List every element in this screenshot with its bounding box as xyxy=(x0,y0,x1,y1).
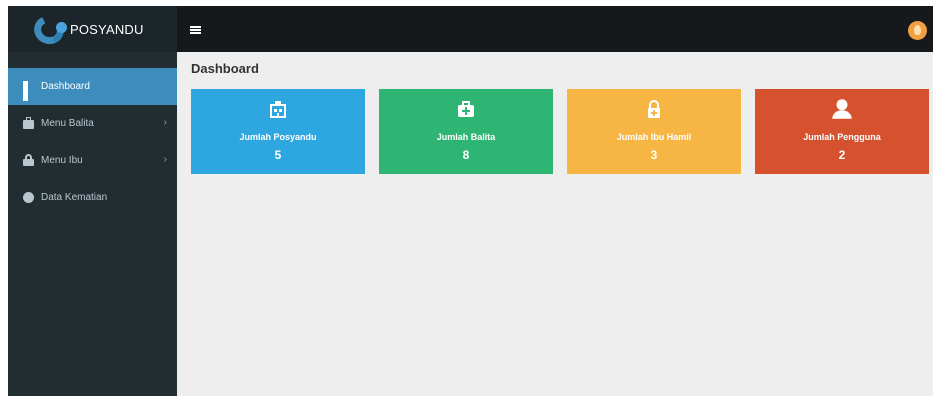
card-label: Jumlah Balita xyxy=(436,132,496,142)
sidebar-menu: Dashboard Menu Balita › Menu Ibu › Data … xyxy=(8,68,177,216)
sidebar-item-data-kematian[interactable]: Data Kematian xyxy=(8,179,177,216)
hamburger-icon[interactable] xyxy=(190,26,201,34)
card-jumlah-ibu-hamil[interactable]: Jumlah Ibu Hamil 3 xyxy=(567,89,741,174)
medical-kit-icon xyxy=(458,101,474,117)
card-jumlah-posyandu[interactable]: Jumlah Posyandu 5 xyxy=(191,89,365,174)
sidebar: POSYANDU Dashboard Menu Balita › Menu Ib… xyxy=(8,6,177,396)
sidebar-item-menu-ibu[interactable]: Menu Ibu › xyxy=(8,142,177,179)
page-title: Dashboard xyxy=(191,61,259,76)
chevron-right-icon: › xyxy=(163,117,167,128)
brand[interactable]: POSYANDU xyxy=(8,6,177,52)
card-jumlah-balita[interactable]: Jumlah Balita 8 xyxy=(379,89,553,174)
card-value: 2 xyxy=(838,148,846,162)
lock-icon xyxy=(23,154,34,166)
sidebar-item-label: Menu Balita xyxy=(41,118,94,129)
card-value: 5 xyxy=(274,148,282,162)
user-icon xyxy=(832,99,852,119)
card-label: Jumlah Pengguna xyxy=(803,132,881,142)
sidebar-item-menu-balita[interactable]: Menu Balita › xyxy=(8,105,177,142)
card-value: 8 xyxy=(462,148,470,162)
card-label: Jumlah Ibu Hamil xyxy=(616,132,692,142)
brand-name: POSYANDU xyxy=(70,21,144,37)
card-value: 3 xyxy=(650,148,658,162)
card-jumlah-pengguna[interactable]: Jumlah Pengguna 2 xyxy=(755,89,929,174)
sidebar-item-label: Data Kematian xyxy=(41,192,108,203)
app-frame: POSYANDU Dashboard Menu Balita › Menu Ib… xyxy=(8,6,933,396)
posyandu-logo-icon xyxy=(30,11,68,49)
sidebar-item-dashboard[interactable]: Dashboard xyxy=(8,68,177,105)
top-navbar xyxy=(177,6,933,52)
hospital-building-icon xyxy=(270,101,286,118)
dashboard-icon xyxy=(23,81,34,101)
lock-plus-icon xyxy=(648,100,660,118)
card-label: Jumlah Posyandu xyxy=(239,132,317,142)
briefcase-medical-icon xyxy=(23,117,34,129)
sidebar-item-label: Menu Ibu xyxy=(41,155,83,166)
sidebar-item-label: Dashboard xyxy=(41,81,90,92)
main-content: Dashboard Jumlah Posyandu 5 Jumlah Balit… xyxy=(177,52,933,396)
skull-icon xyxy=(23,192,34,203)
chevron-right-icon: › xyxy=(163,154,167,165)
user-avatar-icon[interactable] xyxy=(908,21,927,40)
